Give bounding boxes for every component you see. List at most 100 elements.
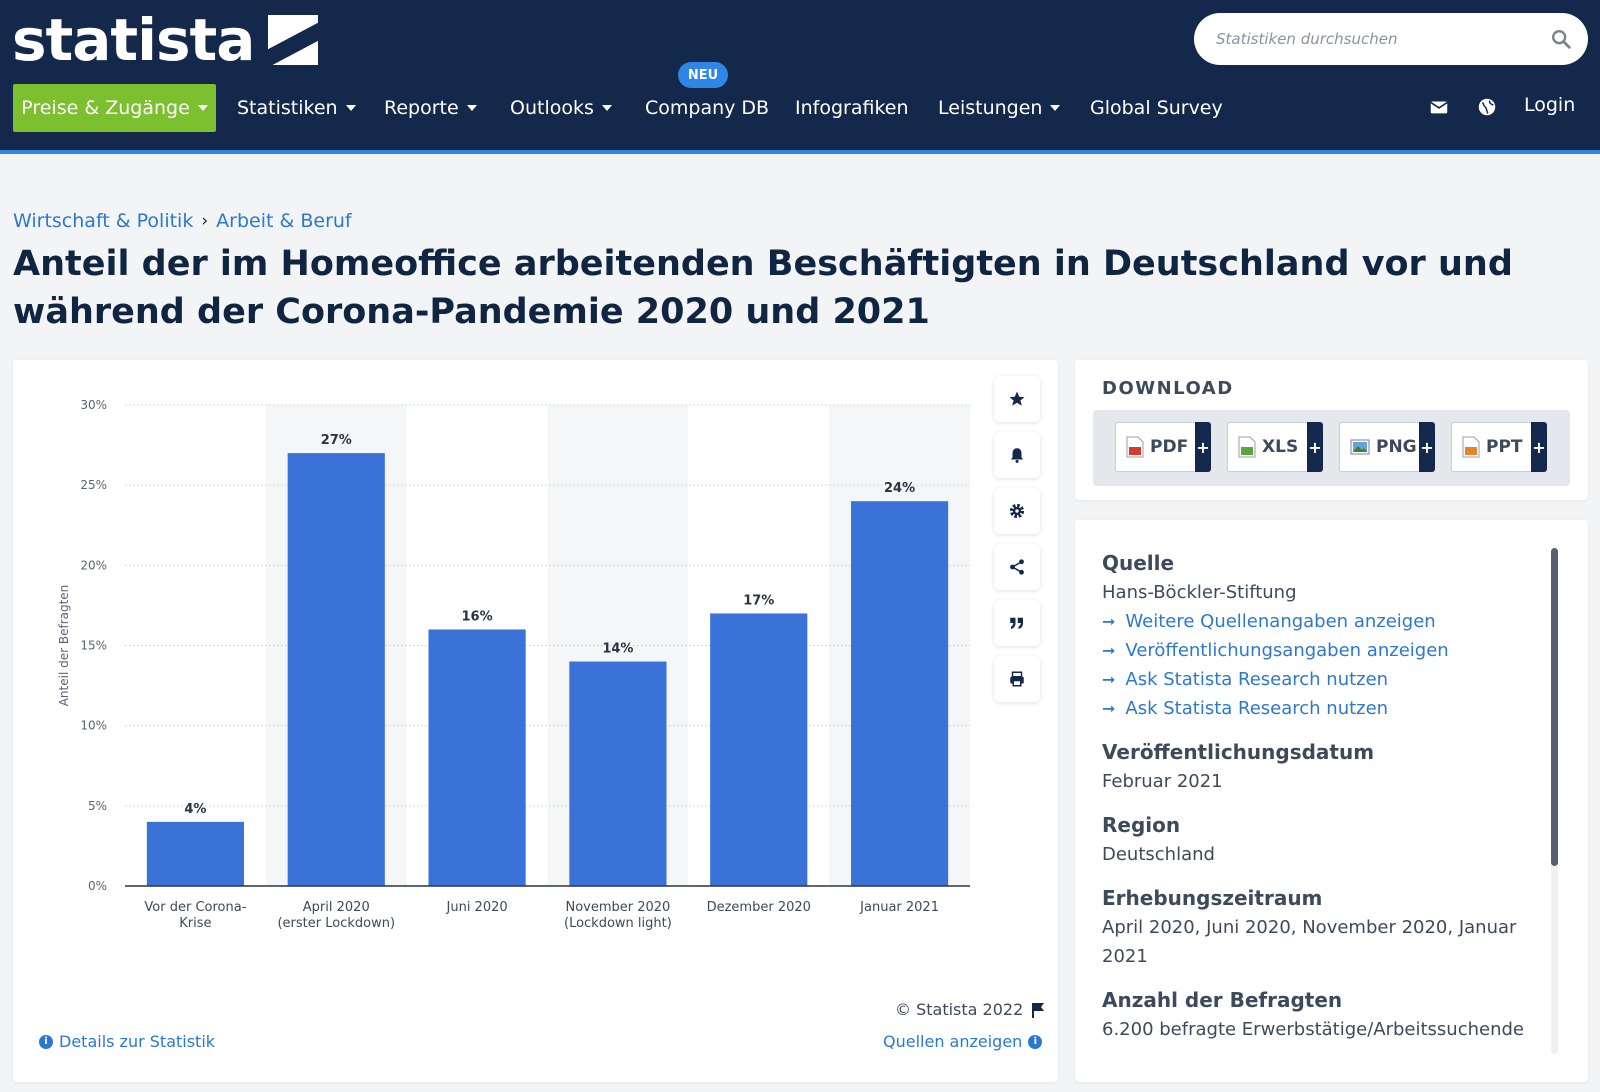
source-value: Hans-Böckler-Stiftung [1102, 582, 1297, 603]
x-tick-label: April 2020 [303, 900, 370, 915]
y-tick-label: 15% [80, 639, 107, 653]
link-label: Veröffentlichungsangaben anzeigen [1125, 640, 1449, 661]
nav-label: Company DB [645, 97, 770, 119]
y-tick-label: 25% [80, 478, 107, 492]
copyright-text: © Statista 2022 [895, 1000, 1024, 1019]
chart-copyright: © Statista 2022 [895, 1000, 1045, 1019]
login-link[interactable]: Login [1524, 94, 1575, 116]
data-label: 16% [462, 609, 493, 624]
settings-button[interactable] [994, 488, 1040, 534]
chart-card: 0% 5% 10% 15% 20% 25% 30% Anteil der Befragten 4… [13, 360, 1058, 1082]
print-icon [1010, 671, 1024, 687]
png-file-icon [1350, 439, 1370, 455]
pricing-access-button[interactable]: Preise & Zugänge [13, 84, 216, 132]
ppt-file-icon [1462, 436, 1480, 458]
nav-item-statistiken[interactable]: Statistiken [237, 84, 356, 132]
favorite-button[interactable] [994, 376, 1040, 422]
sources-text: Quellen anzeigen [883, 1032, 1023, 1051]
chart-bar [146, 821, 245, 886]
breadcrumb-link[interactable]: Wirtschaft & Politik [13, 210, 193, 232]
arrow-right-icon: ➞ [1102, 612, 1116, 631]
nav-label: Statistiken [237, 97, 338, 119]
y-tick-label: 0% [88, 879, 107, 893]
top-header: statista NEU Preise & Zugänge Statistike… [0, 0, 1600, 152]
logo-mark-icon [268, 15, 319, 65]
png-label: PNG [1376, 437, 1417, 457]
chart-bar [287, 453, 385, 886]
header-accent-line [0, 150, 1600, 154]
info-content: Quelle Hans-Böckler-Stiftung ➞ Weitere Q… [1102, 548, 1542, 1044]
globe-icon[interactable] [1476, 96, 1498, 118]
nav-item-company-db[interactable]: Company DB [645, 84, 769, 132]
statista-logo[interactable]: statista [12, 4, 319, 76]
data-label: 24% [884, 481, 915, 496]
x-tick-label: (erster Lockdown) [277, 916, 395, 931]
flag-icon[interactable] [1031, 1002, 1045, 1018]
plus-icon: + [1307, 422, 1323, 472]
nav-item-outlooks[interactable]: Outlooks [510, 84, 612, 132]
y-tick-label: 10% [80, 719, 107, 733]
respondents-value: 6.200 befragte Erwerbstätige/Arbeitssuch… [1102, 1019, 1525, 1040]
ask-research-link[interactable]: ➞ Ask Statista Research nutzen [1102, 694, 1542, 723]
star-icon [1009, 391, 1025, 406]
breadcrumb: Wirtschaft & Politik › Arbeit & Beruf [13, 210, 352, 232]
survey-period-heading: Erhebungszeitraum [1102, 886, 1323, 910]
download-pdf-button[interactable]: PDF + [1115, 422, 1211, 472]
show-sources-link[interactable]: Quellen anzeigen i [883, 1032, 1043, 1051]
nav-item-reporte[interactable]: Reporte [384, 84, 477, 132]
main-nav: Preise & Zugänge Statistiken Reporte Out… [0, 80, 1600, 132]
survey-period-value: April 2020, Juni 2020, November 2020, Ja… [1102, 917, 1517, 967]
chevron-down-icon [466, 105, 477, 111]
nav-item-global-survey[interactable]: Global Survey [1090, 84, 1223, 132]
x-tick-label: Vor der Corona- [144, 900, 246, 915]
publication-info-link[interactable]: ➞ Veröffentlichungsangaben anzeigen [1102, 636, 1542, 665]
statistic-info-card: Quelle Hans-Böckler-Stiftung ➞ Weitere Q… [1075, 520, 1588, 1082]
arrow-right-icon: ➞ [1102, 641, 1116, 660]
arrow-right-icon: ➞ [1102, 670, 1116, 689]
nav-item-infografiken[interactable]: Infografiken [795, 84, 909, 132]
publication-date-heading: Veröffentlichungsdatum [1102, 740, 1375, 764]
chevron-down-icon [1050, 105, 1061, 111]
nav-item-leistungen[interactable]: Leistungen [938, 84, 1061, 132]
logo-text: statista [12, 6, 255, 74]
chart-bar [710, 613, 808, 886]
region-value: Deutschland [1102, 844, 1215, 865]
print-button[interactable] [994, 656, 1040, 702]
download-xls-button[interactable]: XLS + [1227, 422, 1323, 472]
x-tick-label: Krise [179, 916, 211, 931]
details-text: Details zur Statistik [59, 1032, 216, 1051]
search-input[interactable] [1216, 13, 1536, 65]
ppt-label: PPT [1486, 437, 1523, 457]
details-link[interactable]: i Details zur Statistik [39, 1032, 215, 1051]
more-sources-link[interactable]: ➞ Weitere Quellenangaben anzeigen [1102, 607, 1542, 636]
chart-bar [569, 661, 667, 886]
page-title: Anteil der im Homeoffice arbeitenden Bes… [13, 244, 1513, 332]
notification-button[interactable] [994, 432, 1040, 478]
xls-file-icon [1238, 436, 1256, 458]
download-ppt-button[interactable]: PPT + [1451, 422, 1547, 472]
x-tick-label: November 2020 [565, 900, 670, 915]
mail-icon[interactable] [1428, 96, 1450, 118]
search-box [1194, 13, 1588, 65]
info-icon: i [1028, 1034, 1043, 1049]
info-scrollbar-thumb[interactable] [1551, 548, 1558, 866]
bar-chart: 0% 5% 10% 15% 20% 25% 30% Anteil der Befragten 4… [57, 398, 970, 931]
plus-icon: + [1195, 422, 1211, 472]
breadcrumb-link[interactable]: Arbeit & Beruf [216, 210, 351, 232]
cite-button[interactable] [994, 600, 1040, 646]
arrow-right-icon: ➞ [1102, 699, 1116, 718]
download-title: DOWNLOAD [1102, 378, 1234, 399]
y-axis-label: Anteil der Befragten [57, 585, 71, 707]
nav-label: Outlooks [510, 97, 594, 119]
nav-label: Reporte [384, 97, 459, 119]
data-label: 17% [743, 593, 774, 608]
share-button[interactable] [994, 544, 1040, 590]
download-png-button[interactable]: PNG + [1339, 422, 1435, 472]
download-card: DOWNLOAD PDF + XLS + PNG + PPT + [1075, 360, 1588, 500]
pricing-access-label: Preise & Zugänge [21, 97, 190, 119]
publication-date-value: Februar 2021 [1102, 771, 1223, 792]
search-icon[interactable] [1550, 28, 1572, 50]
link-label: Weitere Quellenangaben anzeigen [1125, 611, 1436, 632]
ask-research-link[interactable]: ➞ Ask Statista Research nutzen [1102, 665, 1542, 694]
source-heading: Quelle [1102, 551, 1175, 575]
